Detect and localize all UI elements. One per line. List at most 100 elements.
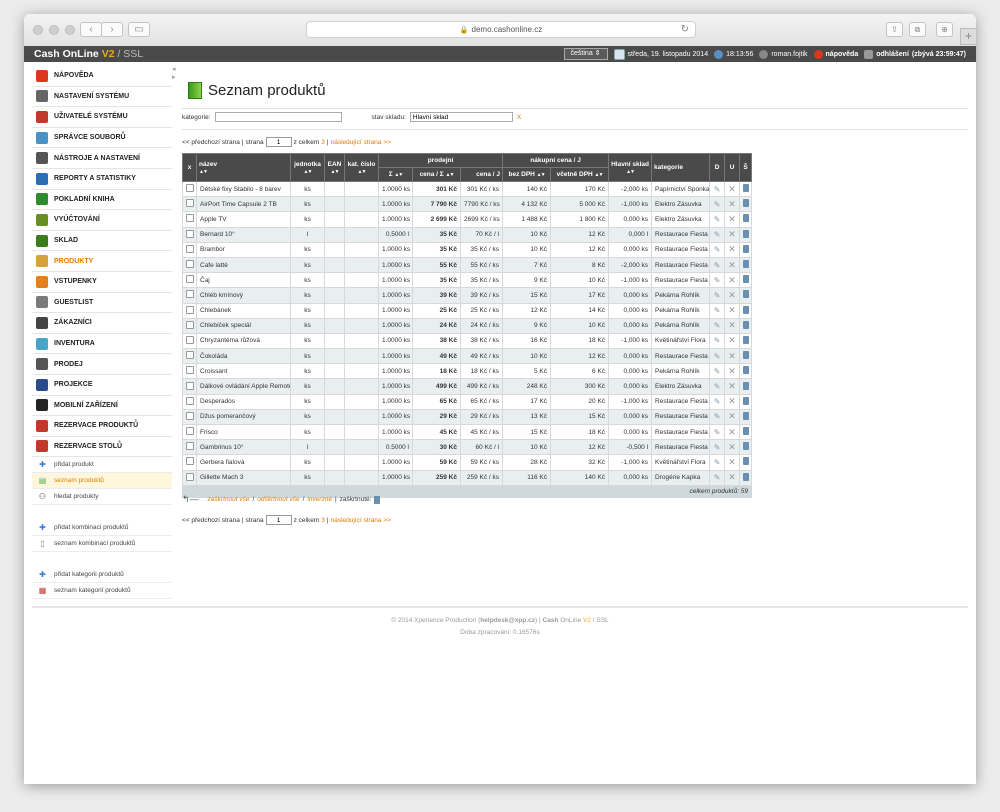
row-checkbox[interactable] — [186, 351, 194, 360]
print-icon[interactable] — [743, 472, 750, 481]
minimize-window-button[interactable] — [49, 25, 59, 35]
row-checkbox[interactable] — [186, 442, 194, 451]
tabs-button[interactable]: ⧉ — [909, 22, 926, 37]
sidebar-item[interactable]: POKLADNÍ KNIHA — [32, 190, 172, 211]
row-checkbox[interactable] — [186, 320, 194, 329]
edit-icon[interactable]: ✎ — [714, 200, 721, 209]
edit-icon[interactable]: ✎ — [714, 185, 721, 194]
clear-filter-button[interactable]: X — [517, 114, 521, 121]
row-checkbox[interactable] — [186, 457, 194, 466]
edit-icon[interactable]: ✎ — [714, 458, 721, 467]
stock-input[interactable] — [409, 112, 513, 122]
delete-icon[interactable]: ✕ — [728, 229, 736, 239]
print-icon[interactable] — [743, 366, 750, 375]
table-row[interactable]: Chryzantéma růžová ks 1.0000 ks 38 Kč 38 Kč … — [182, 332, 753, 350]
edit-icon[interactable]: ✎ — [714, 321, 721, 330]
delete-icon[interactable]: ✕ — [728, 184, 736, 194]
logout-link[interactable]: odhlášení (zbývá 23:59:47) — [864, 49, 966, 59]
category-column-header[interactable]: kategorie — [651, 153, 711, 182]
sidebar-item[interactable]: REZERVACE PRODUKTŮ — [32, 416, 172, 437]
sort-icon[interactable]: ▲▼ — [358, 169, 367, 175]
row-checkbox[interactable] — [186, 472, 194, 481]
user-display[interactable]: roman.fojtik — [759, 49, 808, 59]
next-page-link[interactable]: následující strana >> — [331, 517, 391, 524]
table-row[interactable]: Cafe latté ks 1.0000 ks 55 Kč 55 Kč / ks 7 Kč… — [182, 256, 753, 274]
sidebar-item[interactable]: INVENTURA — [32, 334, 172, 355]
row-checkbox[interactable] — [186, 290, 194, 299]
table-row[interactable]: Čaj ks 1.0000 ks 35 Kč 35 Kč / ks 9 Kč 10 Kč -1… — [182, 272, 753, 289]
print-icon[interactable] — [743, 229, 750, 238]
print-icon[interactable] — [743, 290, 750, 299]
catalog-column-header[interactable]: kat. číslo ▲▼ — [344, 153, 379, 182]
print-icon[interactable] — [743, 411, 750, 420]
edit-icon[interactable]: ✎ — [714, 306, 721, 315]
table-row[interactable]: Apple TV ks 1.0000 ks 2 699 Kč 2699 Kč / ks 1… — [182, 211, 753, 228]
print-icon[interactable] — [743, 275, 750, 284]
table-row[interactable]: Desperados ks 1.0000 ks 65 Kč 65 Kč / ks 17 K… — [182, 393, 753, 410]
row-checkbox[interactable] — [186, 244, 194, 253]
edit-icon[interactable]: ✎ — [714, 412, 721, 421]
inc-vat-column-header[interactable]: včetně DPH ▲▼ — [550, 167, 610, 182]
row-checkbox[interactable] — [186, 305, 194, 314]
print-icon[interactable] — [743, 427, 750, 436]
uncheck-all-link[interactable]: odškrtnout vše — [257, 496, 299, 503]
page-input[interactable] — [265, 515, 292, 525]
print-icon[interactable] — [743, 305, 750, 314]
sidebar-item[interactable]: PRODUKTY — [32, 251, 172, 272]
row-checkbox[interactable] — [186, 411, 194, 420]
sidebar-item[interactable]: VYÚČTOVÁNÍ — [32, 210, 172, 231]
share-button[interactable]: ⇪ — [886, 22, 903, 37]
table-row[interactable]: Gambrinus 10° l 0.5000 l 30 Kč 60 Kč / l 10 K… — [182, 439, 753, 456]
table-row[interactable]: Frisco ks 1.0000 ks 45 Kč 45 Kč / ks 15 Kč 18 … — [182, 423, 753, 441]
table-row[interactable]: Croissant ks 1.0000 ks 18 Kč 18 Kč / ks 5 Kč 6… — [182, 363, 753, 380]
zoom-window-button[interactable] — [65, 25, 75, 35]
address-bar[interactable]: 🔒 demo.cashonline.cz ↻ — [306, 21, 696, 38]
sidebar-item[interactable]: PROJEKCE — [32, 375, 172, 396]
row-checkbox[interactable] — [186, 229, 194, 238]
ean-column-header[interactable]: EAN ▲▼ — [324, 153, 345, 182]
row-checkbox[interactable] — [186, 184, 194, 193]
table-row[interactable]: Čokoláda ks 1.0000 ks 49 Kč 49 Kč / ks 10 Kč 1… — [182, 348, 753, 365]
print-icon[interactable] — [374, 495, 381, 504]
edit-icon[interactable]: ✎ — [714, 352, 721, 361]
sidebar-item[interactable]: UŽIVATELÉ SYSTÉMU — [32, 107, 172, 128]
delete-icon[interactable]: ✕ — [728, 199, 736, 209]
edit-icon[interactable]: ✎ — [714, 276, 721, 285]
table-row[interactable]: Gerbera fialová ks 1.0000 ks 59 Kč 59 Kč / k… — [182, 454, 753, 471]
table-row[interactable]: Chlebánek ks 1.0000 ks 25 Kč 25 Kč / ks 12 Kč… — [182, 302, 753, 319]
print-icon[interactable] — [743, 260, 750, 269]
row-checkbox[interactable] — [186, 260, 194, 269]
reload-icon[interactable]: ↻ — [681, 22, 689, 38]
sort-icon[interactable]: ▲▼ — [626, 169, 635, 175]
row-checkbox[interactable] — [186, 335, 194, 344]
print-icon[interactable] — [743, 244, 750, 253]
delete-icon[interactable]: ✕ — [728, 320, 736, 330]
sidebar-subitem[interactable]: ✚ přidat produkt — [32, 457, 172, 474]
delete-icon[interactable]: ✕ — [728, 381, 736, 391]
table-row[interactable]: Dálkové ovládání Apple Remote ks 1.0000 ks… — [182, 378, 753, 395]
sidebar-subitem[interactable]: ✚ přidat kombinaci produktů — [32, 520, 172, 537]
row-checkbox[interactable] — [186, 366, 194, 375]
row-checkbox[interactable] — [186, 427, 194, 436]
sort-icon[interactable]: ▲▼ — [537, 172, 546, 178]
delete-icon[interactable]: ✕ — [728, 260, 736, 270]
table-row[interactable]: Brambor ks 1.0000 ks 35 Kč 35 Kč / ks 10 Kč 12… — [182, 241, 753, 258]
table-row[interactable]: Bernard 10° l 0.5000 l 35 Kč 70 Kč / l 10 Kč 1… — [182, 226, 753, 243]
delete-icon[interactable]: ✕ — [728, 442, 736, 452]
close-window-button[interactable] — [33, 25, 43, 35]
row-checkbox[interactable] — [186, 396, 194, 405]
print-icon[interactable] — [743, 320, 750, 329]
category-input[interactable] — [214, 112, 342, 122]
edit-icon[interactable]: ✎ — [714, 382, 721, 391]
sidebar-collapse-icon[interactable]: ◂ ▸ — [172, 66, 178, 82]
sidebar-item[interactable]: REZERVACE STOLŮ — [32, 437, 172, 458]
sidebar-subitem[interactable]: ▤ seznam produktů — [32, 473, 172, 490]
forward-button[interactable]: › — [101, 22, 123, 37]
row-checkbox[interactable] — [186, 199, 194, 208]
print-icon[interactable] — [743, 442, 750, 451]
sidebar-toggle-button[interactable]: ▭ — [128, 22, 150, 37]
ex-vat-column-header[interactable]: bez DPH ▲▼ — [502, 167, 552, 182]
table-row[interactable]: Chléb kmínový ks 1.0000 ks 39 Kč 39 Kč / ks 1… — [182, 287, 753, 304]
delete-icon[interactable]: ✕ — [728, 411, 736, 421]
sidebar-subitem[interactable]: ⚇ hledat produkty — [32, 489, 172, 506]
